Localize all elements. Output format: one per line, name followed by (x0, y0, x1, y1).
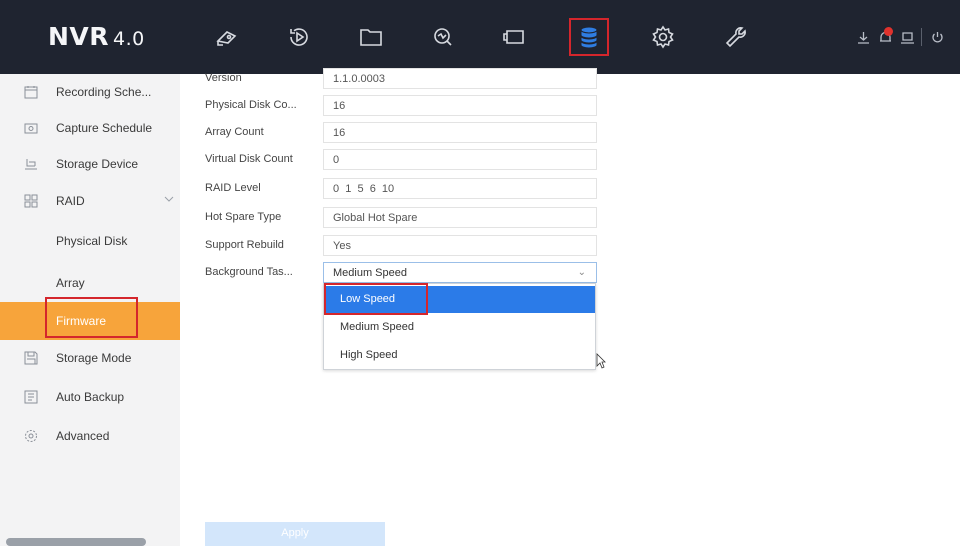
field-label: Support Rebuild (205, 239, 284, 251)
hot-spare-type-field: Global Hot Spare (323, 207, 597, 228)
sidebar-scrollbar[interactable] (6, 538, 146, 546)
sidebar-item-capture-schedule[interactable]: Capture Schedule (0, 109, 180, 147)
sidebar-item-auto-backup[interactable]: Auto Backup (0, 378, 180, 416)
select-value: Medium Speed (333, 267, 407, 279)
sidebar-item-label: Auto Backup (56, 390, 125, 404)
calendar-icon (24, 86, 38, 99)
field-label: Hot Spare Type (205, 211, 282, 223)
sidebar-item-recording-schedule[interactable]: Recording Sche... (0, 73, 180, 111)
sidebar-item-label: Advanced (56, 429, 110, 443)
maintenance-icon[interactable] (716, 18, 756, 56)
download-icon[interactable] (856, 28, 871, 46)
chevron-down-icon: ⌄ (577, 267, 586, 278)
dropdown-option-medium-speed[interactable]: Medium Speed (324, 314, 595, 341)
annotation-box-firmware (45, 297, 138, 338)
alarm-icon[interactable] (878, 27, 893, 46)
sidebar-item-label: Recording Sche... (56, 85, 152, 99)
intelligent-icon[interactable] (495, 18, 535, 56)
field-label: Array Count (205, 126, 264, 138)
field-label: Background Tas... (205, 266, 293, 278)
field-label: RAID Level (205, 182, 261, 194)
field-label: Physical Disk Co... (205, 99, 297, 111)
app-logo: NVR 4.0 (48, 22, 145, 51)
sidebar-item-raid[interactable]: RAID (0, 182, 180, 220)
save-icon (24, 351, 38, 365)
backup-icon (24, 390, 38, 404)
sidebar-item-label: Physical Disk (56, 234, 128, 248)
support-rebuild-field: Yes (323, 235, 597, 256)
sidebar-item-storage-device[interactable]: Storage Device (0, 145, 180, 183)
advanced-gear-icon (25, 430, 37, 442)
device-icon[interactable] (900, 28, 915, 46)
sidebar-item-physical-disk[interactable]: Physical Disk (0, 222, 180, 260)
playback-icon[interactable] (279, 18, 319, 56)
alarm-badge (884, 27, 893, 36)
virtual-disk-count-field: 0 (323, 149, 597, 170)
sidebar-item-label: Array (56, 276, 85, 290)
tray-divider (921, 28, 922, 46)
camera-icon (24, 123, 38, 134)
sidebar-item-label: Storage Mode (56, 351, 132, 365)
raid-level-field: 0 1 5 6 10 (323, 178, 597, 199)
settings-icon[interactable] (643, 18, 683, 56)
field-label: Virtual Disk Count (205, 153, 293, 165)
apply-button[interactable]: Apply (205, 522, 385, 546)
file-management-icon[interactable] (351, 18, 391, 56)
chevron-down-icon (164, 196, 174, 202)
power-icon[interactable] (930, 28, 945, 46)
storage-device-icon (25, 159, 37, 170)
sidebar-item-advanced[interactable]: Advanced (0, 417, 180, 455)
sidebar-item-label: Storage Device (56, 157, 139, 171)
mouse-cursor-icon (596, 353, 606, 369)
background-task-speed-select[interactable]: Medium Speed ⌄ (323, 262, 597, 283)
grid-icon (24, 194, 38, 208)
smart-analysis-icon[interactable] (423, 18, 463, 56)
physical-disk-count-field: 16 (323, 95, 597, 116)
top-nav-bar: NVR 4.0 (0, 0, 960, 74)
version-field: 1.1.0.0003 (323, 68, 597, 89)
sidebar-item-label: RAID (56, 194, 85, 208)
storage-icon[interactable] (569, 18, 609, 56)
field-label: Version (205, 72, 242, 84)
sidebar-item-label: Capture Schedule (56, 121, 153, 135)
sidebar-item-storage-mode[interactable]: Storage Mode (0, 339, 180, 377)
dropdown-option-high-speed[interactable]: High Speed (324, 342, 595, 369)
array-count-field: 16 (323, 122, 597, 143)
live-view-icon[interactable] (207, 18, 247, 56)
annotation-box-low-speed (324, 283, 428, 315)
